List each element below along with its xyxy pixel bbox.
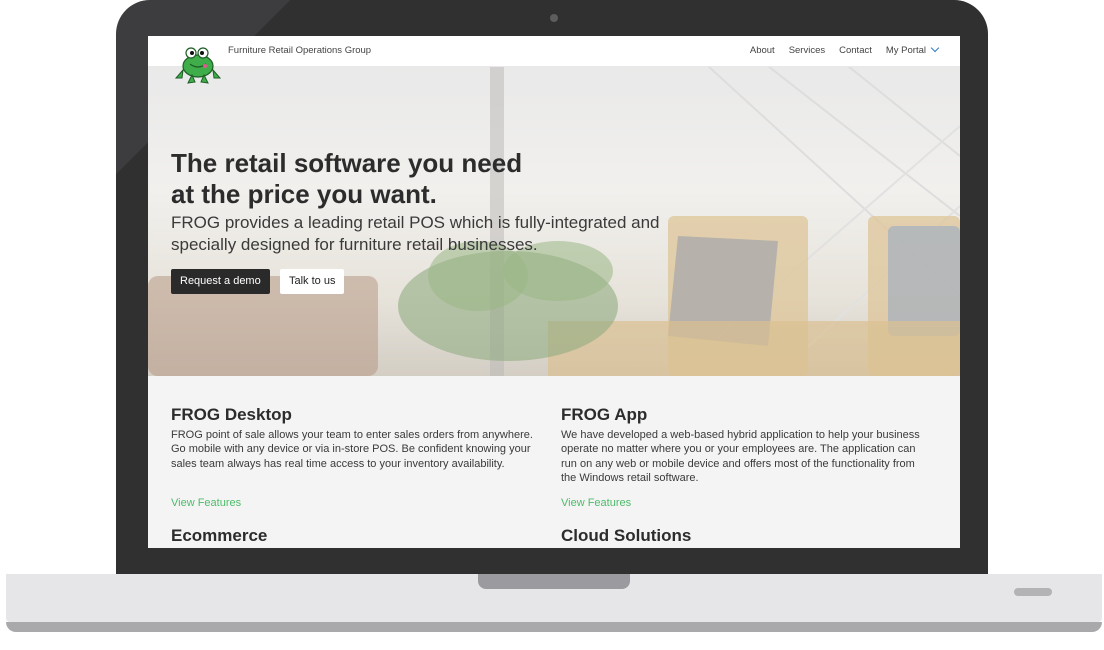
laptop-screen: The retail software you need at the pric… <box>148 36 960 548</box>
feature-description: FROG point of sale allows your team to e… <box>171 429 533 470</box>
nav-link-contact[interactable]: Contact <box>839 45 872 56</box>
laptop-indicator-light <box>1014 588 1052 596</box>
laptop-hinge-notch <box>478 574 630 589</box>
feature-title: FROG Desktop <box>171 405 292 424</box>
nav-link-services[interactable]: Services <box>789 45 825 56</box>
top-navbar: Furniture Retail Operations Group About … <box>148 36 960 67</box>
laptop-base-edge <box>6 622 1102 632</box>
request-demo-button[interactable]: Request a demo <box>171 269 270 294</box>
webcam-icon <box>550 14 558 22</box>
nav-link-my-portal[interactable]: My Portal <box>885 43 940 56</box>
nav-link-about[interactable]: About <box>750 45 775 56</box>
my-portal-label: My Portal <box>885 45 926 56</box>
features-section: FROG Desktop FROG point of sale allows y… <box>148 376 960 548</box>
chevron-down-icon <box>930 43 940 53</box>
hero-subtitle-line-2: specially designed for furniture retail … <box>171 235 538 254</box>
hero-subtitle-line-1: FROG provides a leading retail POS which… <box>171 213 660 232</box>
talk-to-us-button[interactable]: Talk to us <box>280 269 345 294</box>
feature-title: FROG App <box>561 405 648 424</box>
hero-title: The retail software you need at the pric… <box>171 148 571 210</box>
frog-logo-icon[interactable] <box>172 42 222 84</box>
feature-description: We have developed a web-based hybrid app… <box>561 429 920 484</box>
feature-title: Cloud Solutions <box>561 526 692 545</box>
nav-links: About Services Contact My Portal <box>750 43 940 56</box>
feature-title: Ecommerce <box>171 526 268 545</box>
hero-section: The retail software you need at the pric… <box>148 66 960 376</box>
feature-frog-desktop: FROG Desktop FROG point of sale allows y… <box>171 405 539 509</box>
feature-ecommerce: Ecommerce <box>171 526 539 546</box>
hero-subtitle: FROG provides a leading retail POS which… <box>171 212 691 256</box>
hero-title-line-2: at the price you want. <box>171 179 437 209</box>
hero-title-line-1: The retail software you need <box>171 148 523 178</box>
brand-name[interactable]: Furniture Retail Operations Group <box>228 45 371 56</box>
feature-frog-app: FROG App We have developed a web-based h… <box>561 405 929 509</box>
feature-cloud-solutions: Cloud Solutions <box>561 526 929 546</box>
view-features-link[interactable]: View Features <box>561 497 631 509</box>
view-features-link[interactable]: View Features <box>171 497 241 509</box>
